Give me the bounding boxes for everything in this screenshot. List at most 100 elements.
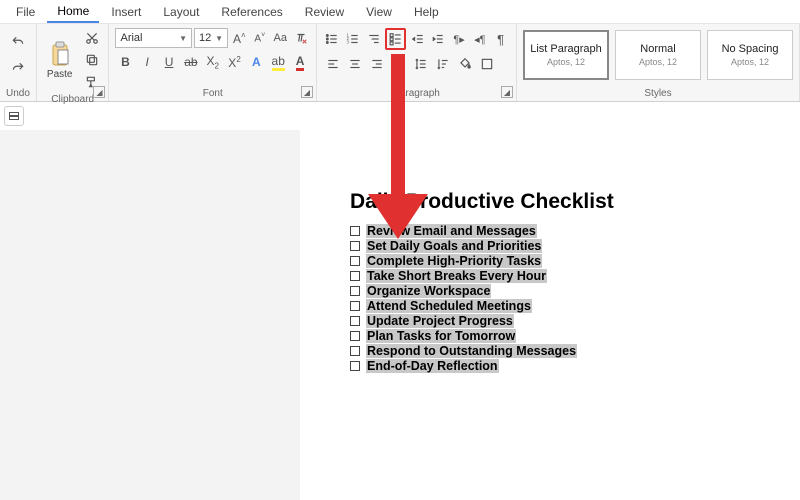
checkbox-icon[interactable]	[350, 271, 360, 281]
group-font: Arial▼ 12▼ A˄ A˅ Aa B I U ab X2 X2 A ab …	[109, 24, 317, 101]
change-case-button[interactable]: Aa	[271, 28, 289, 48]
list-item-text: End-of-Day Reflection	[366, 359, 499, 373]
multilevel-list-button[interactable]	[365, 29, 384, 49]
list-item[interactable]: Complete High-Priority Tasks	[350, 254, 780, 268]
list-item[interactable]: End-of-Day Reflection	[350, 359, 780, 373]
ltr-button[interactable]: ¶▸	[450, 29, 469, 49]
paragraph-dialog-launcher[interactable]: ◢	[501, 86, 513, 98]
checkbox-icon[interactable]	[350, 346, 360, 356]
ruler-toggle-button[interactable]	[4, 106, 24, 126]
checklist-button[interactable]	[385, 28, 406, 50]
list-item-text: Attend Scheduled Meetings	[366, 299, 532, 313]
menu-layout[interactable]: Layout	[153, 2, 209, 22]
list-item-text: Review Email and Messages	[366, 224, 537, 238]
chevron-down-icon: ▼	[179, 34, 187, 43]
font-color-button[interactable]: A	[290, 52, 310, 72]
highlight-color-button[interactable]: ab	[268, 52, 288, 72]
style-meta: Aptos, 12	[547, 57, 585, 67]
menu-help[interactable]: Help	[404, 2, 449, 22]
superscript-button[interactable]: X2	[225, 52, 245, 72]
paste-button[interactable]: Paste	[43, 39, 77, 82]
sort-button[interactable]	[433, 54, 453, 74]
show-marks-button[interactable]: ¶	[491, 29, 510, 49]
style-normal[interactable]: Normal Aptos, 12	[615, 30, 701, 80]
list-item[interactable]: Organize Workspace	[350, 284, 780, 298]
clear-formatting-button[interactable]	[292, 28, 310, 48]
font-family-select[interactable]: Arial▼	[115, 28, 192, 48]
strikethrough-button[interactable]: ab	[181, 52, 201, 72]
shading-button[interactable]	[455, 54, 475, 74]
workspace: Daily Productive Checklist Review Email …	[0, 130, 800, 500]
checkbox-icon[interactable]	[350, 301, 360, 311]
group-undo-label: Undo	[6, 86, 30, 99]
bold-button[interactable]: B	[115, 52, 135, 72]
cut-button[interactable]	[82, 28, 102, 48]
grow-font-button[interactable]: A˄	[230, 28, 248, 48]
list-item[interactable]: Respond to Outstanding Messages	[350, 344, 780, 358]
menu-view[interactable]: View	[356, 2, 402, 22]
checkbox-icon[interactable]	[350, 361, 360, 371]
align-center-button[interactable]	[345, 54, 365, 74]
group-styles-label: Styles	[523, 86, 793, 99]
font-dialog-launcher[interactable]: ◢	[301, 86, 313, 98]
bullet-list-button[interactable]	[323, 29, 342, 49]
page-gutter	[0, 130, 300, 500]
checkbox-icon[interactable]	[350, 286, 360, 296]
menu-home[interactable]: Home	[47, 1, 99, 23]
list-item[interactable]: Attend Scheduled Meetings	[350, 299, 780, 313]
redo-button[interactable]	[8, 58, 28, 78]
checkbox-icon[interactable]	[350, 331, 360, 341]
menu-file[interactable]: File	[6, 2, 45, 22]
group-clipboard: Paste Clipboard ◢	[37, 24, 110, 101]
font-size-select[interactable]: 12▼	[194, 28, 228, 48]
list-item-text: Update Project Progress	[366, 314, 514, 328]
increase-indent-button[interactable]	[429, 29, 448, 49]
list-item[interactable]: Update Project Progress	[350, 314, 780, 328]
menu-references[interactable]: References	[211, 2, 292, 22]
checklist: Review Email and Messages Set Daily Goal…	[350, 224, 780, 373]
list-item-text: Complete High-Priority Tasks	[366, 254, 542, 268]
group-styles: List Paragraph Aptos, 12 Normal Aptos, 1…	[517, 24, 800, 101]
list-item[interactable]: Review Email and Messages	[350, 224, 780, 238]
list-item-text: Organize Workspace	[366, 284, 491, 298]
clipboard-dialog-launcher[interactable]: ◢	[93, 86, 105, 98]
style-list-paragraph[interactable]: List Paragraph Aptos, 12	[523, 30, 609, 80]
style-name: No Spacing	[722, 43, 779, 55]
paste-label: Paste	[47, 69, 73, 80]
underline-button[interactable]: U	[159, 52, 179, 72]
menu-review[interactable]: Review	[295, 2, 354, 22]
italic-button[interactable]: I	[137, 52, 157, 72]
list-item-text: Plan Tasks for Tomorrow	[366, 329, 516, 343]
list-item[interactable]: Plan Tasks for Tomorrow	[350, 329, 780, 343]
copy-button[interactable]	[82, 50, 102, 70]
group-undo: Undo	[0, 24, 37, 101]
style-no-spacing[interactable]: No Spacing Aptos, 12	[707, 30, 793, 80]
shrink-font-button[interactable]: A˅	[251, 28, 269, 48]
align-left-button[interactable]	[323, 54, 343, 74]
list-item[interactable]: Take Short Breaks Every Hour	[350, 269, 780, 283]
undo-button[interactable]	[8, 32, 28, 52]
document-page[interactable]: Daily Productive Checklist Review Email …	[300, 130, 800, 500]
checkbox-icon[interactable]	[350, 316, 360, 326]
align-right-button[interactable]	[367, 54, 387, 74]
menubar: File Home Insert Layout References Revie…	[0, 0, 800, 24]
svg-text:3: 3	[347, 40, 350, 45]
borders-button[interactable]	[477, 54, 497, 74]
text-effects-button[interactable]: A	[246, 52, 266, 72]
chevron-down-icon: ▼	[215, 34, 223, 43]
list-item[interactable]: Set Daily Goals and Priorities	[350, 239, 780, 253]
ribbon: Undo Paste Clipboard ◢ Arial▼ 12▼ A˄ A˅	[0, 24, 800, 102]
subscript-button[interactable]: X2	[203, 52, 223, 72]
numbered-list-button[interactable]: 123	[344, 29, 363, 49]
line-spacing-button[interactable]	[411, 54, 431, 74]
menu-insert[interactable]: Insert	[101, 2, 151, 22]
align-justify-button[interactable]	[389, 54, 409, 74]
rtl-button[interactable]: ◂¶	[470, 29, 489, 49]
list-item-text: Respond to Outstanding Messages	[366, 344, 577, 358]
decrease-indent-button[interactable]	[408, 29, 427, 49]
checkbox-icon[interactable]	[350, 241, 360, 251]
checkbox-icon[interactable]	[350, 256, 360, 266]
style-name: Normal	[640, 43, 675, 55]
list-item-text: Take Short Breaks Every Hour	[366, 269, 547, 283]
checkbox-icon[interactable]	[350, 226, 360, 236]
